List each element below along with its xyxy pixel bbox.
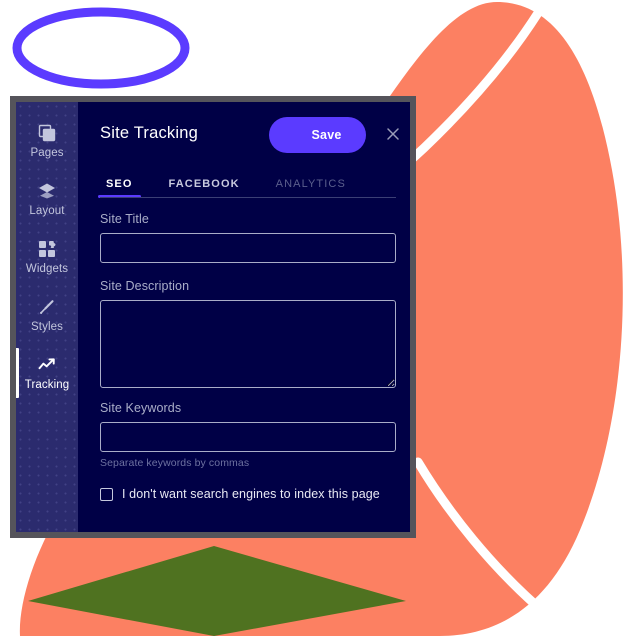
site-title-input[interactable]	[100, 233, 396, 263]
tab-seo[interactable]: SEO	[98, 177, 141, 198]
sidebar-item-label: Layout	[29, 204, 65, 217]
site-title-label: Site Title	[100, 212, 149, 226]
noindex-label: I don't want search engines to index thi…	[122, 487, 380, 501]
site-keywords-input[interactable]	[100, 422, 396, 452]
noindex-checkbox[interactable]	[100, 487, 113, 501]
sidebar-item-label: Pages	[30, 146, 64, 159]
site-description-label: Site Description	[100, 279, 190, 293]
close-icon[interactable]	[381, 122, 405, 146]
site-tracking-modal: Pages Layout Widgets Styles Tracking Sit…	[10, 96, 416, 538]
modal-panel: Site Tracking Save SEO FACEBOOK ANALYTIC…	[78, 102, 410, 532]
modal-header: Site Tracking Save	[100, 102, 399, 164]
trend-up-icon	[37, 355, 57, 375]
sidebar-item-label: Styles	[31, 320, 63, 333]
screen: Pages Layout Widgets Styles Tracking Sit…	[0, 0, 634, 636]
pages-icon	[37, 123, 57, 143]
layers-icon	[37, 181, 57, 201]
page-title: Site Tracking	[100, 123, 198, 142]
tab-bar: SEO FACEBOOK ANALYTICS	[98, 170, 396, 198]
save-button[interactable]: Save	[269, 117, 366, 153]
sidebar-item-layout[interactable]: Layout	[16, 170, 78, 228]
tab-divider	[100, 197, 396, 198]
site-keywords-label: Site Keywords	[100, 401, 182, 415]
sidebar-item-label: Tracking	[24, 378, 70, 391]
sidebar-item-tracking[interactable]: Tracking	[16, 344, 78, 402]
sidebar-item-styles[interactable]: Styles	[16, 286, 78, 344]
noindex-row[interactable]: I don't want search engines to index thi…	[100, 487, 396, 501]
sidebar-item-pages[interactable]: Pages	[16, 112, 78, 170]
seo-form: Site Title Site Description Site Keyword…	[100, 196, 396, 501]
brush-icon	[37, 297, 57, 317]
tab-analytics[interactable]: ANALYTICS	[270, 177, 352, 196]
sidebar-item-widgets[interactable]: Widgets	[16, 228, 78, 286]
site-description-textarea[interactable]	[100, 300, 396, 388]
site-keywords-hint: Separate keywords by commas	[100, 457, 250, 469]
widgets-icon	[37, 239, 57, 259]
editor-sidebar: Pages Layout Widgets Styles Tracking	[16, 102, 78, 532]
sidebar-item-label: Widgets	[25, 262, 69, 275]
tab-facebook[interactable]: FACEBOOK	[163, 177, 246, 196]
